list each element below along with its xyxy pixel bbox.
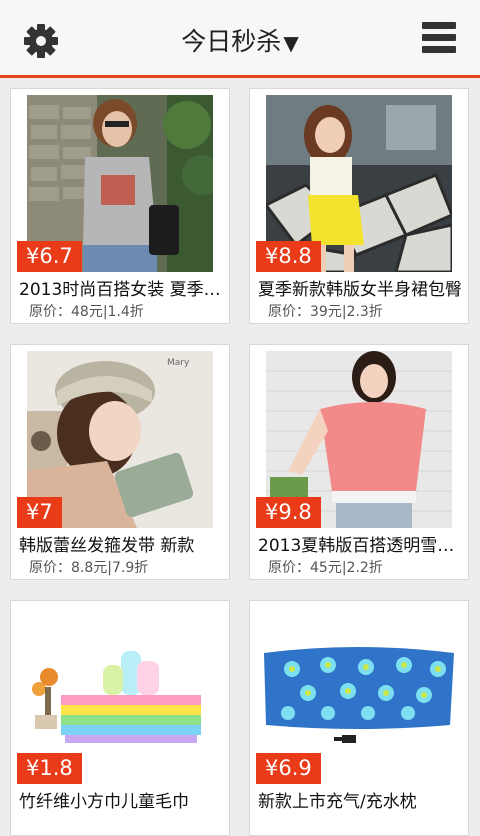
product-name: 2013时尚百搭女装 夏季新款 xyxy=(19,280,225,300)
app-header: 今日秒杀 ▼ xyxy=(0,0,480,78)
product-card[interactable]: ¥6.7 2013时尚百搭女装 夏季新款 原价：48元|1.4折 xyxy=(10,88,230,324)
price-info: 原价：45元|2.2折 xyxy=(268,560,383,576)
price-badge: ¥8.8 xyxy=(256,241,321,272)
product-card[interactable]: Mary ¥7 韩版蕾丝发箍发带 新款 原价：8.8元|7.9折 xyxy=(10,344,230,580)
product-card[interactable]: ¥1.8 竹纤维小方巾儿童毛巾 xyxy=(10,600,230,836)
chevron-down-icon: ▼ xyxy=(283,31,299,55)
price-badge: ¥7 xyxy=(17,497,62,528)
menu-icon xyxy=(422,22,458,53)
product-card[interactable]: ¥6.9 新款上市充气/充水枕 xyxy=(249,600,469,836)
product-name: 韩版蕾丝发箍发带 新款 xyxy=(19,536,195,556)
price-info: 原价：39元|2.3折 xyxy=(268,304,383,320)
price-info: 原价：8.8元|7.9折 xyxy=(29,560,149,576)
price-info: 原价：48元|1.4折 xyxy=(29,304,144,320)
product-name: 2013夏韩版百搭透明雪纺衫 xyxy=(258,536,464,556)
price-badge: ¥6.7 xyxy=(17,241,82,272)
product-card[interactable]: ¥8.8 夏季新款韩版女半身裙包臀 原价：39元|2.3折 xyxy=(249,88,469,324)
product-name: 夏季新款韩版女半身裙包臀 xyxy=(258,280,462,300)
product-card[interactable]: ¥9.8 2013夏韩版百搭透明雪纺衫 原价：45元|2.2折 xyxy=(249,344,469,580)
price-badge: ¥6.9 xyxy=(256,753,321,784)
svg-text:Mary: Mary xyxy=(167,358,190,368)
price-badge: ¥1.8 xyxy=(17,753,82,784)
page-title: 今日秒杀 xyxy=(181,27,282,56)
menu-button[interactable] xyxy=(422,22,458,56)
price-badge: ¥9.8 xyxy=(256,497,321,528)
title-dropdown[interactable]: 今日秒杀 ▼ xyxy=(0,22,480,58)
